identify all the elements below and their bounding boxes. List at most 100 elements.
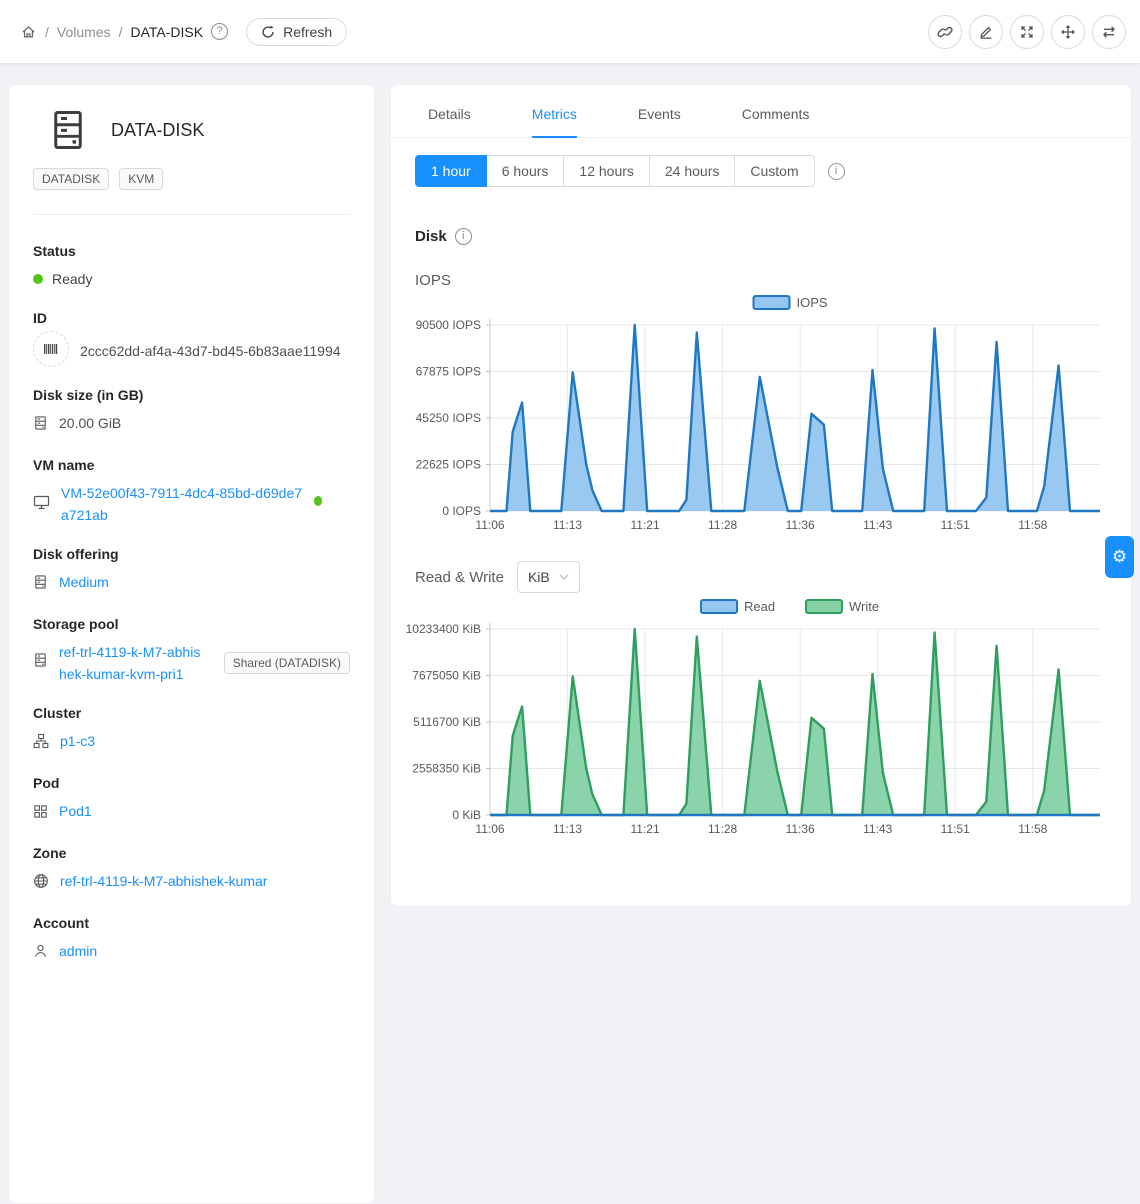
field-label: Account xyxy=(33,915,350,931)
field-label: Cluster xyxy=(33,705,350,721)
edit-button[interactable] xyxy=(969,15,1003,49)
field-label: Storage pool xyxy=(33,616,350,632)
breadcrumb-separator: / xyxy=(45,24,49,40)
field-id: ID 2ccc62dd-af4a-43d7-bd45-6b83aae11994 xyxy=(33,310,350,367)
info-circle-icon[interactable]: i xyxy=(828,163,845,180)
svg-text:7675050 KiB: 7675050 KiB xyxy=(412,669,481,683)
edit-pencil-icon xyxy=(978,24,994,40)
iops-chart: 0 IOPS22625 IOPS45250 IOPS67875 IOPS9050… xyxy=(404,289,1122,539)
volume-title: DATA-DISK xyxy=(111,120,204,141)
cluster-icon xyxy=(33,733,49,755)
svg-text:11:21: 11:21 xyxy=(631,518,660,532)
svg-text:0 IOPS: 0 IOPS xyxy=(442,504,481,518)
attach-volume-button[interactable] xyxy=(928,15,962,49)
swap-arrows-icon xyxy=(1101,24,1117,40)
breadcrumb-volumes[interactable]: Volumes xyxy=(57,24,111,40)
refresh-label: Refresh xyxy=(283,24,332,40)
svg-text:5116700 KiB: 5116700 KiB xyxy=(413,715,481,729)
tab-details[interactable]: Details xyxy=(428,85,471,137)
chevron-down-icon xyxy=(559,574,569,581)
svg-text:11:58: 11:58 xyxy=(1018,518,1047,532)
move-volume-button[interactable] xyxy=(1051,15,1085,49)
field-zone: Zone ref-trl-4119-k-M7-abhishek-kumar xyxy=(33,845,350,895)
svg-text:11:43: 11:43 xyxy=(863,822,892,836)
field-status: Status Ready xyxy=(33,243,350,290)
svg-text:11:13: 11:13 xyxy=(553,518,582,532)
top-bar: / Volumes / DATA-DISK ? Refresh xyxy=(0,0,1140,63)
hdd-icon xyxy=(33,415,48,437)
range-12-hours-button[interactable]: 12 hours xyxy=(563,155,649,187)
zone-link[interactable]: ref-trl-4119-k-M7-abhishek-kumar xyxy=(60,870,267,892)
unit-select[interactable]: KiB xyxy=(517,561,580,593)
iops-chart-title: IOPS xyxy=(415,272,1131,289)
tag-kvm: KVM xyxy=(119,168,163,190)
svg-text:11:51: 11:51 xyxy=(941,822,970,836)
field-disk-offering: Disk offering Medium xyxy=(33,546,350,596)
disk-offering-link[interactable]: Medium xyxy=(59,571,109,593)
field-label: Disk offering xyxy=(33,546,350,562)
move-arrows-icon xyxy=(1060,24,1076,40)
svg-text:11:43: 11:43 xyxy=(863,518,892,532)
svg-text:IOPS: IOPS xyxy=(797,295,828,310)
range-1-hour-button[interactable]: 1 hour xyxy=(415,155,487,187)
status-value: Ready xyxy=(52,268,92,290)
hdd-icon xyxy=(33,652,48,674)
resize-arrows-icon xyxy=(1019,24,1035,40)
vm-status-dot xyxy=(314,496,322,506)
svg-text:90500 IOPS: 90500 IOPS xyxy=(416,318,481,332)
range-24-hours-button[interactable]: 24 hours xyxy=(649,155,735,187)
question-circle-icon[interactable]: ? xyxy=(211,23,228,40)
disk-section-title: Disk xyxy=(415,228,447,245)
divider xyxy=(33,214,350,215)
volume-detail-card: Details Metrics Events Comments 1 hour 6… xyxy=(390,84,1132,907)
storage-pool-scope-badge: Shared (DATADISK) xyxy=(224,652,350,674)
field-label: Disk size (in GB) xyxy=(33,387,350,403)
range-custom-button[interactable]: Custom xyxy=(734,155,814,187)
svg-text:11:06: 11:06 xyxy=(475,822,504,836)
migrate-volume-button[interactable] xyxy=(1092,15,1126,49)
user-icon xyxy=(33,943,48,965)
field-label: ID xyxy=(33,310,350,326)
svg-text:10233400 KiB: 10233400 KiB xyxy=(406,622,481,636)
tag-row: DATADISK KVM xyxy=(33,168,350,190)
range-6-hours-button[interactable]: 6 hours xyxy=(486,155,565,187)
field-account: Account admin xyxy=(33,915,350,965)
storage-pool-link[interactable]: ref-trl-4119-k-M7-abhishek-kumar-kvm-pri… xyxy=(59,641,201,685)
unit-selected-value: KiB xyxy=(528,569,550,585)
field-label: Status xyxy=(33,243,350,259)
cluster-link[interactable]: p1-c3 xyxy=(60,730,95,752)
info-circle-icon[interactable]: i xyxy=(455,228,472,245)
svg-text:2558350 KiB: 2558350 KiB xyxy=(412,762,481,776)
link-icon xyxy=(937,24,953,40)
svg-text:11:13: 11:13 xyxy=(553,822,582,836)
home-icon[interactable] xyxy=(20,23,37,40)
svg-text:11:28: 11:28 xyxy=(708,822,737,836)
field-disk-size: Disk size (in GB) 20.00 GiB xyxy=(33,387,350,437)
tab-comments[interactable]: Comments xyxy=(742,85,810,137)
field-label: Zone xyxy=(33,845,350,861)
header-actions xyxy=(926,15,1128,49)
volume-id: 2ccc62dd-af4a-43d7-bd45-6b83aae11994 xyxy=(80,340,341,362)
hdd-icon xyxy=(33,574,48,596)
disk-size-value: 20.00 GiB xyxy=(59,412,121,434)
rw-chart-title: Read & Write xyxy=(415,569,504,586)
svg-text:11:21: 11:21 xyxy=(631,822,660,836)
gear-icon: ⚙ xyxy=(1112,547,1127,567)
vm-name-link[interactable]: VM-52e00f43-7911-4dc4-85bd-d69de7a721ab xyxy=(61,482,303,526)
svg-text:11:36: 11:36 xyxy=(786,822,815,836)
account-link[interactable]: admin xyxy=(59,940,97,962)
field-label: Pod xyxy=(33,775,350,791)
tab-events[interactable]: Events xyxy=(638,85,681,137)
settings-drawer-button[interactable]: ⚙ xyxy=(1105,536,1134,578)
tab-metrics[interactable]: Metrics xyxy=(532,85,577,137)
status-dot-green xyxy=(33,274,43,284)
read-write-header: Read & Write KiB xyxy=(415,561,1131,593)
volume-header: DATA-DISK xyxy=(33,109,350,151)
svg-text:11:36: 11:36 xyxy=(786,518,815,532)
read-write-chart: 0 KiB2558350 KiB5116700 KiB7675050 KiB10… xyxy=(404,593,1122,843)
pod-link[interactable]: Pod1 xyxy=(59,800,92,822)
svg-text:11:51: 11:51 xyxy=(941,518,970,532)
resize-volume-button[interactable] xyxy=(1010,15,1044,49)
refresh-button[interactable]: Refresh xyxy=(246,18,347,46)
field-label: VM name xyxy=(33,457,350,473)
